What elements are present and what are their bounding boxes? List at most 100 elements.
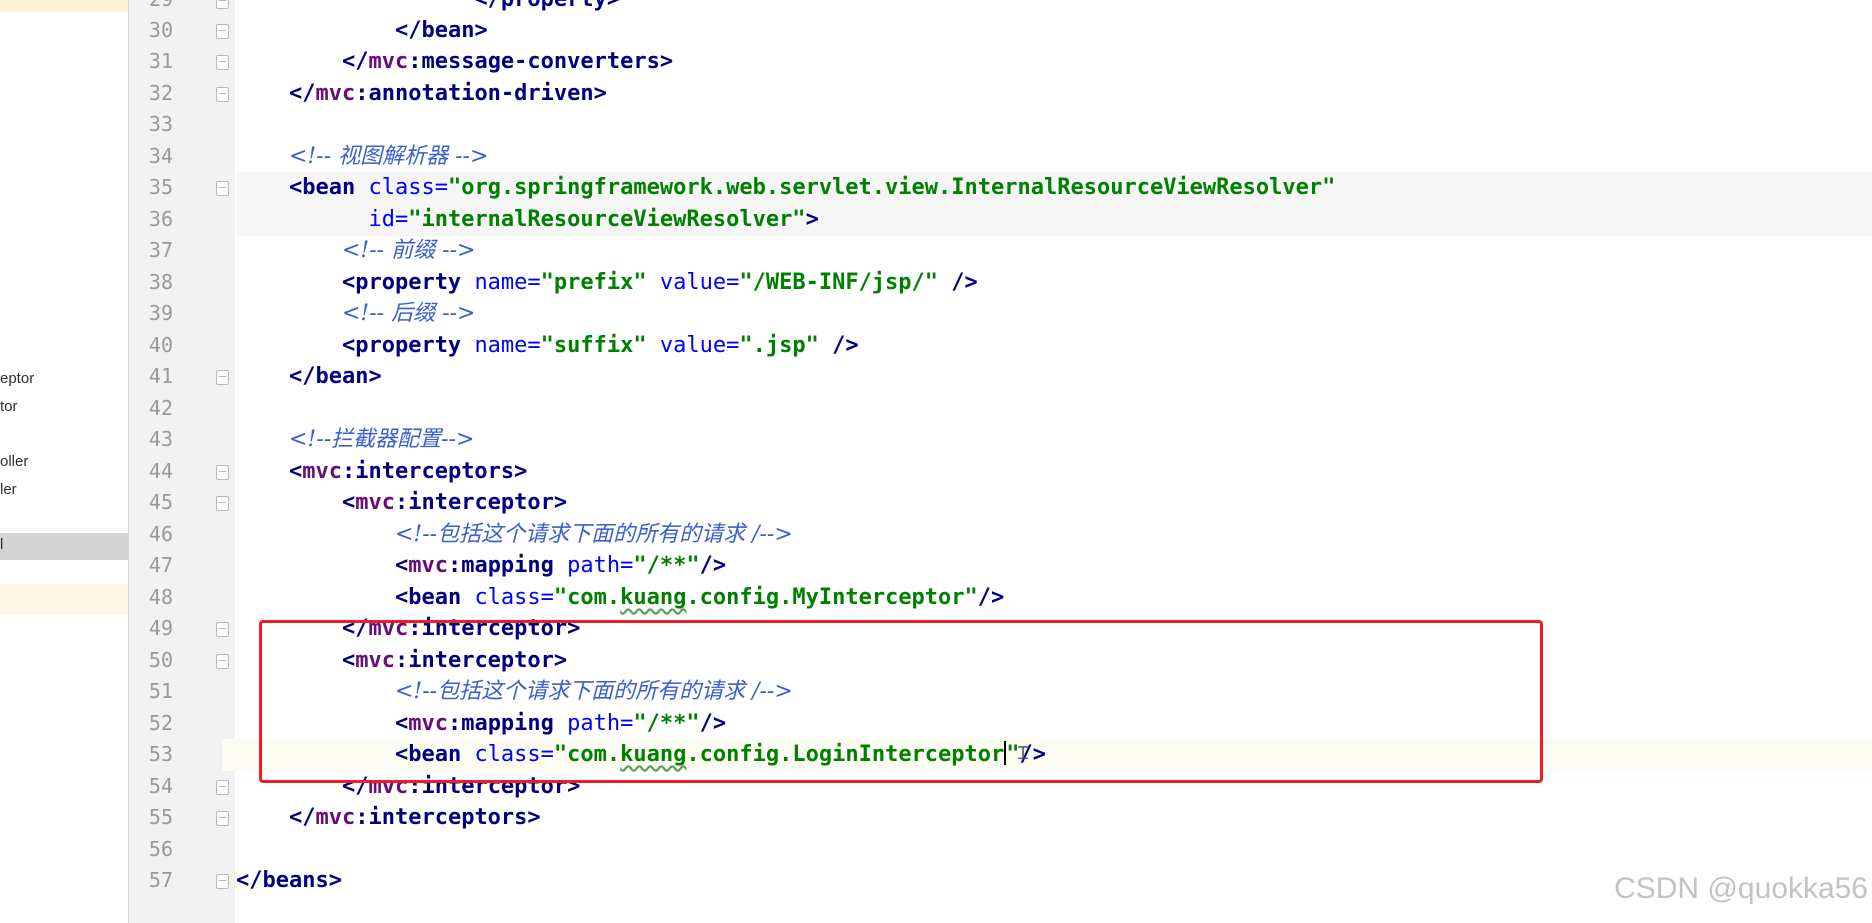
attribute-value: ".jsp"	[739, 333, 819, 358]
tag-namespace: mvc	[315, 81, 356, 106]
comment: <!-- 前缀 -->	[341, 238, 476, 263]
tag-name: :annotation-driven	[355, 81, 594, 106]
fold-marker-icon[interactable]	[216, 181, 229, 196]
editor-gutter: 29 30 31 32 33 34 35 36 37 38 39 40 41 4…	[129, 0, 235, 923]
tag-bracket: </	[288, 805, 316, 830]
line-number: 50	[148, 648, 173, 672]
line-number: 34	[148, 144, 173, 168]
fold-marker-icon[interactable]	[216, 874, 229, 889]
tag-bracket: >	[328, 868, 342, 893]
code-editor[interactable]: </property> </bean> </mvc:message-conver…	[236, 0, 1872, 923]
line-number: 38	[148, 270, 173, 294]
code-line-44: <mvc:interceptors>	[236, 456, 1872, 488]
code-line-36: id="internalResourceViewResolver">	[236, 204, 1872, 236]
comment: <!-- 视图解析器 -->	[288, 144, 489, 169]
code-line-35: <bean class="org.springframework.web.ser…	[236, 172, 1872, 204]
line-number: 35	[148, 175, 173, 199]
fold-marker-icon[interactable]	[216, 496, 229, 511]
fold-marker-icon[interactable]	[216, 87, 229, 102]
tag-bracket: <	[341, 490, 356, 515]
line-number: 55	[148, 805, 173, 829]
comment: <!--包括这个请求下面的所有的请求 /-->	[394, 522, 793, 547]
code-line-45: <mvc:interceptor>	[236, 487, 1872, 519]
attribute-name: path=	[567, 553, 634, 578]
fold-marker-icon[interactable]	[216, 811, 229, 826]
tag-namespace: mvc	[408, 553, 448, 578]
line-number: 53	[148, 742, 173, 766]
sidebar-item-interceptor-2[interactable]: tor	[0, 398, 18, 415]
code-line-34: <!-- 视图解析器 -->	[236, 141, 1872, 173]
tag-bracket: </	[288, 81, 316, 106]
tag-bracket: >	[659, 49, 674, 74]
code-line-29: </property>	[236, 0, 1872, 16]
fold-marker-icon[interactable]	[216, 622, 229, 637]
code-line-55: </mvc:interceptors>	[236, 802, 1872, 834]
tag-name: bean	[302, 175, 369, 200]
line-number: 42	[148, 396, 173, 420]
code-line-47: <mvc:mapping path="/**"/>	[236, 550, 1872, 582]
attribute-value: kuang	[620, 585, 687, 610]
attribute-name: class=	[474, 585, 554, 610]
tag-namespace: mvc	[315, 805, 356, 830]
tag-name: property	[501, 0, 607, 12]
sidebar-pale-row	[0, 584, 128, 615]
line-number: 44	[148, 459, 173, 483]
attribute-value: "/WEB-INF/jsp/"	[739, 270, 939, 295]
sidebar-selected-row[interactable]	[0, 533, 128, 560]
tag-namespace: mvc	[368, 49, 409, 74]
tag-bracket: </	[341, 49, 369, 74]
attribute-value: "internalResourceViewResolver"	[408, 207, 806, 232]
fold-marker-icon[interactable]	[216, 55, 229, 70]
tag-bracket: />	[699, 553, 727, 578]
attribute-name: id=	[368, 207, 409, 232]
attribute-value: "prefix"	[540, 270, 647, 295]
line-number: 29	[129, 0, 173, 16]
tag-name: :interceptors	[341, 459, 515, 484]
tag-namespace: mvc	[355, 490, 395, 515]
attribute-name: name=	[474, 270, 541, 295]
fold-marker-icon[interactable]	[216, 465, 229, 480]
tag-bracket: <	[394, 553, 409, 578]
watermark: CSDN @quokka56	[1614, 872, 1868, 905]
fold-marker-icon[interactable]	[216, 654, 229, 669]
line-number: 48	[148, 585, 173, 609]
tag-bracket: </	[236, 868, 263, 893]
attribute-value: "org.springframework.web.servlet.view.In…	[447, 175, 1336, 200]
sidebar-item-interceptor[interactable]: eptor	[0, 370, 34, 387]
tag-bracket: >	[805, 207, 819, 232]
tag-bracket: >	[527, 805, 541, 830]
tag-bracket: >	[593, 81, 607, 106]
sidebar-item-selected[interactable]: l	[0, 536, 3, 553]
code-line-38: <property name="prefix" value="/WEB-INF/…	[236, 267, 1872, 299]
highlight-annotation-box	[259, 620, 1543, 783]
line-number: 57	[148, 868, 173, 892]
code-line-30: </bean>	[236, 15, 1872, 47]
tag-bracket: >	[474, 18, 488, 43]
tag-bracket: <	[341, 333, 356, 358]
tag-bracket: />	[977, 585, 1005, 610]
tag-bracket: <	[394, 585, 409, 610]
fold-marker-icon[interactable]	[216, 0, 229, 9]
fold-marker-icon[interactable]	[216, 780, 229, 795]
code-line-48: <bean class="com.kuang.config.MyIntercep…	[236, 582, 1872, 614]
code-line-46: <!--包括这个请求下面的所有的请求 /-->	[236, 519, 1872, 551]
attribute-name: value=	[646, 333, 740, 358]
code-line-37: <!-- 前缀 -->	[236, 235, 1872, 267]
code-line-39: <!-- 后缀 -->	[236, 298, 1872, 330]
line-number: 52	[148, 711, 173, 735]
tag-bracket: <	[341, 270, 356, 295]
line-number: 43	[148, 427, 173, 451]
line-number: 30	[148, 18, 173, 42]
tag-name: :interceptor	[394, 490, 554, 515]
line-number: 46	[148, 522, 173, 546]
attribute-value: "suffix"	[540, 333, 647, 358]
sidebar-item-controller[interactable]: oller	[0, 453, 28, 470]
tag-name: bean	[421, 18, 475, 43]
project-sidebar: eptor tor oller ler l	[0, 0, 129, 923]
attribute-name: value=	[646, 270, 740, 295]
sidebar-item-controller-2[interactable]: ler	[0, 481, 17, 498]
line-number: 45	[148, 490, 173, 514]
fold-marker-icon[interactable]	[216, 24, 229, 39]
tag-bracket: />	[818, 333, 859, 358]
fold-marker-icon[interactable]	[216, 370, 229, 385]
